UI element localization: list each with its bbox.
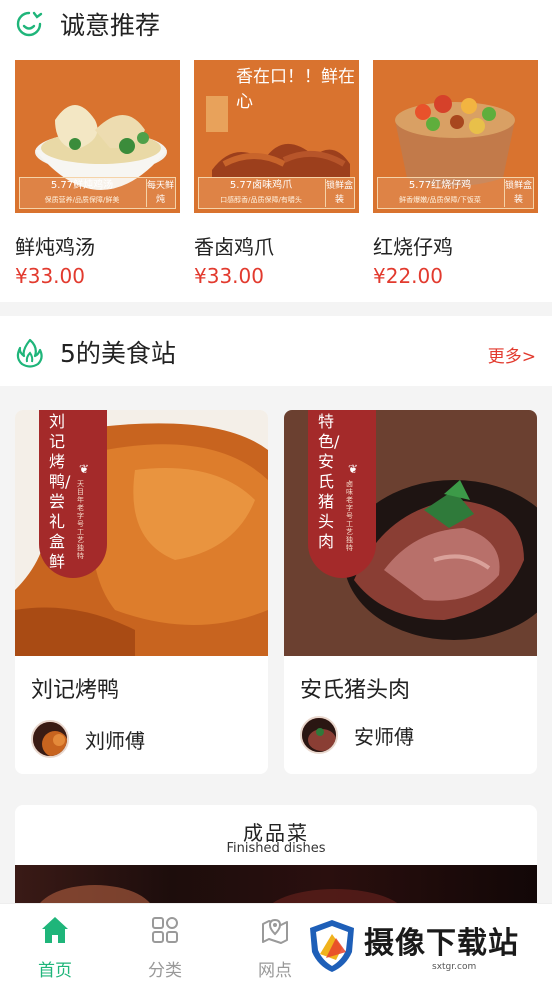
ribbon-text: 特色/安氏猪头肉 xyxy=(318,412,340,551)
dish-image-sub: 保质营养/品质保障/鲜美 xyxy=(44,196,120,204)
finished-subtitle: Finished dishes xyxy=(226,841,326,856)
dish-price: ¥22.00 xyxy=(373,264,443,288)
dish-image-headline: 香在口！！鲜在心 xyxy=(236,67,355,112)
shop-card[interactable]: 刘记烤鸭/尝礼盒鲜 ❦ 天目年老字号工艺独特 刘记烤鸭 刘师傅 xyxy=(15,410,268,774)
dish-name: 香卤鸡爪 xyxy=(194,235,274,259)
shop-image[interactable]: 刘记烤鸭/尝礼盒鲜 ❦ 天目年老字号工艺独特 xyxy=(15,410,268,656)
chef-name: 刘师傅 xyxy=(85,728,145,753)
tab-category[interactable]: 分类 xyxy=(110,904,220,981)
category-icon xyxy=(152,917,178,943)
tab-home[interactable]: 首页 xyxy=(0,904,110,981)
flame-icon xyxy=(16,338,43,368)
shop-name: 安氏猪头肉 xyxy=(300,678,411,703)
ribbon-subtext: 卤味老字号工艺独特 xyxy=(346,480,353,552)
smile-bag-icon xyxy=(16,11,43,37)
dish-price: ¥33.00 xyxy=(15,264,85,288)
recommend-card[interactable]: 5.77红烧仔鸡 鲜香爆嫩/品质保障/下饭菜 锁鲜盒装 红烧仔鸡 ¥22.00 xyxy=(373,60,538,288)
dish-image-sub: 鲜香爆嫩/品质保障/下饭菜 xyxy=(399,196,481,204)
sprout-icon: ❦ xyxy=(79,462,90,476)
dish-image[interactable]: 香在口！！鲜在心 5.77卤味鸡爪 口感醇香/品质保障/有嚼头 锁鲜盒装 xyxy=(194,60,359,213)
recommend-header: 诚意推荐 xyxy=(14,4,160,44)
dish-image-label: 5.77红烧仔鸡 xyxy=(408,180,472,191)
recommend-card[interactable]: 5.77鲜炖鸡汤 保质营养/品质保障/鲜美 每天鲜炖 鲜炖鸡汤 ¥33.00 xyxy=(15,60,180,288)
shop-image[interactable]: 特色/安氏猪头肉 ❦ 卤味老字号工艺独特 xyxy=(284,410,537,656)
shop-ribbon: 特色/安氏猪头肉 ❦ 卤味老字号工艺独特 xyxy=(308,410,376,578)
more-link[interactable]: 更多> xyxy=(488,342,536,367)
food-station-title: 5的美食站 xyxy=(60,339,176,368)
chef-info[interactable]: 刘师傅 xyxy=(31,720,145,758)
shop-name: 刘记烤鸭 xyxy=(31,678,120,703)
watermark-url: sxtgr.com xyxy=(432,962,477,972)
chef-info[interactable]: 安师傅 xyxy=(300,716,414,754)
dish-price: ¥33.00 xyxy=(194,264,264,288)
dish-name: 鲜炖鸡汤 xyxy=(15,235,95,259)
sprout-icon: ❦ xyxy=(348,462,359,476)
shop-card[interactable]: 特色/安氏猪头肉 ❦ 卤味老字号工艺独特 安氏猪头肉 安师傅 xyxy=(284,410,537,774)
tab-label: 首页 xyxy=(38,961,72,981)
chef-name: 安师傅 xyxy=(354,724,414,749)
dish-image[interactable]: 5.77红烧仔鸡 鲜香爆嫩/品质保障/下饭菜 锁鲜盒装 xyxy=(373,60,538,213)
dish-image-label: 5.77卤味鸡爪 xyxy=(229,180,293,191)
food-station-header: 5的美食站 更多> xyxy=(0,316,552,386)
watermark-text: 摄像下载站 xyxy=(364,926,519,961)
dish-image-label: 5.77鲜炖鸡汤 xyxy=(50,180,114,191)
shop-ribbon: 刘记烤鸭/尝礼盒鲜 ❦ 天目年老字号工艺独特 xyxy=(39,410,107,578)
ribbon-text: 刘记烤鸭/尝礼盒鲜 xyxy=(49,412,71,571)
avatar xyxy=(300,716,338,754)
tab-label: 分类 xyxy=(148,961,182,981)
recommend-section: 诚意推荐 5.77鲜炖鸡汤 保质营养/品质保障/鲜美 每天鲜炖 鲜炖鸡汤 ¥33… xyxy=(0,0,552,302)
dish-image-tag: 锁鲜盒装 xyxy=(504,179,533,207)
recommend-card[interactable]: 香在口！！鲜在心 5.77卤味鸡爪 口感醇香/品质保障/有嚼头 锁鲜盒装 香卤鸡… xyxy=(194,60,359,288)
avatar xyxy=(31,720,69,758)
recommend-title: 诚意推荐 xyxy=(60,11,161,40)
watermark-logo-icon xyxy=(310,920,354,972)
watermark: 摄像下载站 sxtgr.com xyxy=(304,916,548,976)
ribbon-subtext: 天目年老字号工艺独特 xyxy=(77,480,84,560)
dish-image-sub: 口感醇香/品质保障/有嚼头 xyxy=(220,196,302,204)
dish-image-tag: 每天鲜炖 xyxy=(146,179,175,207)
dish-name: 红烧仔鸡 xyxy=(373,235,453,259)
dish-image-tag: 锁鲜盒装 xyxy=(325,179,354,207)
dish-image[interactable]: 5.77鲜炖鸡汤 保质营养/品质保障/鲜美 每天鲜炖 xyxy=(15,60,180,213)
location-icon xyxy=(262,918,288,944)
home-icon xyxy=(42,917,68,943)
